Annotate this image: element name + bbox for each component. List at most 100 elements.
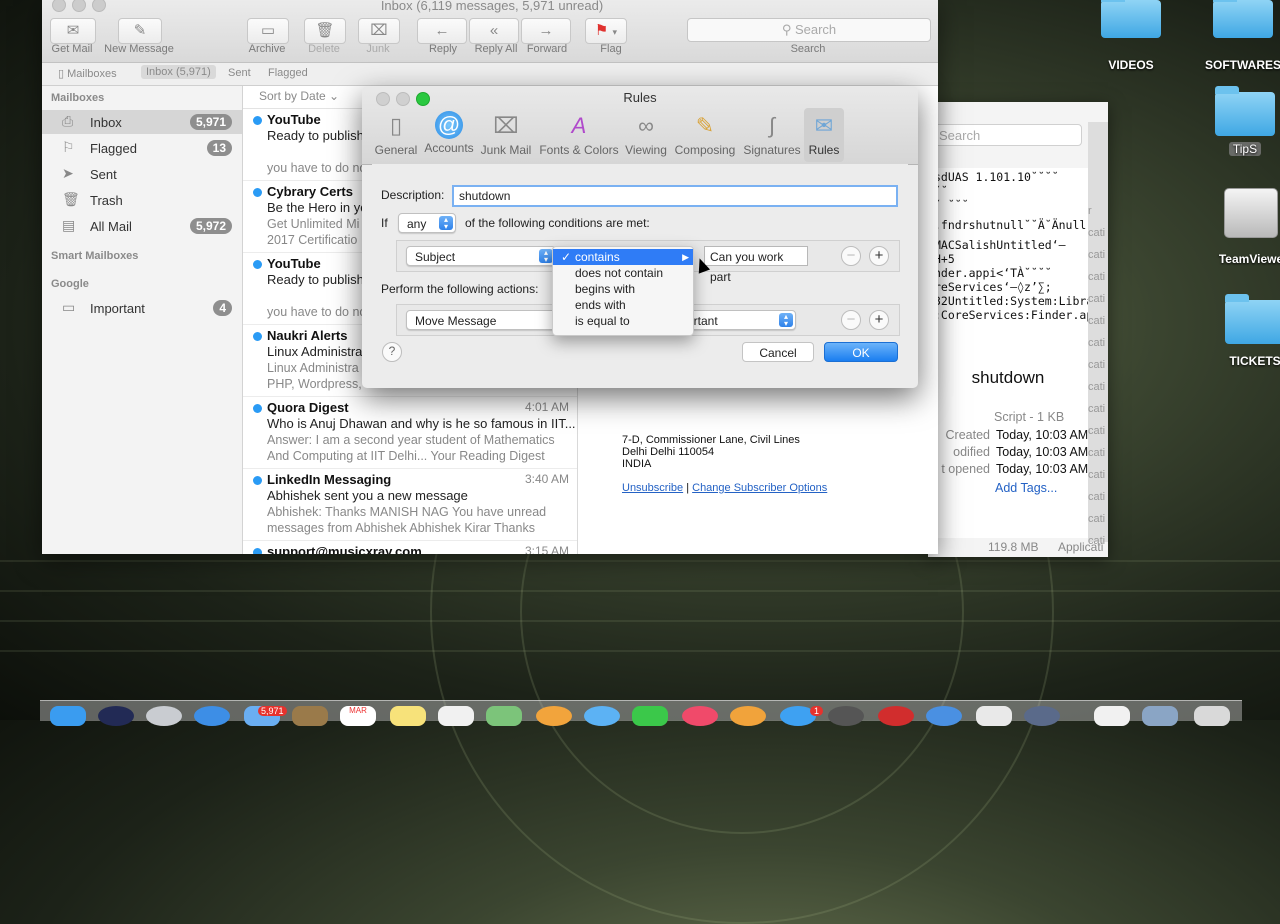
desktop-drive-teamviewer[interactable]: TeamViewe (1206, 188, 1280, 266)
google-header[interactable]: Google (51, 278, 89, 290)
action-select[interactable]: Move Message (406, 310, 556, 330)
sidebar-item-inbox[interactable]: ⎙ Inbox 5,971 (42, 110, 242, 134)
smart-mailboxes-header[interactable]: Smart Mailboxes (51, 250, 138, 262)
zoom-window-button[interactable] (92, 0, 106, 12)
system-preferences-dock-icon[interactable] (828, 706, 864, 726)
app-dock-icon[interactable] (976, 706, 1012, 726)
any-all-select[interactable]: any ▴ ▾ (398, 213, 456, 233)
messages-dock-icon[interactable] (584, 706, 620, 726)
desktop-folder-tickets[interactable]: TICKETS (1210, 294, 1280, 368)
facetime-dock-icon[interactable] (632, 706, 668, 726)
glasses-icon: ∞ (638, 113, 654, 138)
desktop-folder-videos[interactable]: VIDEOS (1086, 0, 1176, 72)
fonts-icon: A (571, 113, 587, 138)
mail-search-input[interactable]: ⚲ Search (687, 18, 931, 42)
junk-button[interactable]: ⌧ (358, 18, 400, 44)
delete-button[interactable]: 🗑 (304, 18, 346, 44)
flag-button[interactable]: ⚑ ▾ (585, 18, 627, 44)
change-subscriber-options-link[interactable]: Change Subscriber Options (692, 482, 827, 494)
desktop-item-label: VIDEOS (1108, 58, 1154, 72)
favorites-mailboxes[interactable]: ▯ Mailboxes (58, 67, 117, 80)
desktop-folder-tips[interactable]: TipS (1200, 86, 1280, 156)
reminders-dock-icon[interactable] (438, 706, 474, 726)
created-value: Today, 10:03 AM (996, 428, 1089, 442)
add-tags-link[interactable]: Add Tags... (995, 481, 1057, 495)
tab-junk-mail[interactable]: ⌧ Junk Mail (478, 108, 534, 162)
sidebar-toggle-icon: ▯ (58, 68, 65, 80)
created-label: Created (945, 428, 990, 442)
cancel-button[interactable]: Cancel (742, 342, 814, 362)
sidebar-item-sent[interactable]: ➤ Sent (42, 162, 242, 186)
favorites-flagged[interactable]: Flagged (268, 67, 308, 79)
sidebar-item-flagged[interactable]: ⚐ Flagged 13 (42, 136, 242, 160)
remove-condition-button[interactable]: − (841, 246, 861, 266)
wallpaper-stripe (0, 620, 1280, 622)
ok-button[interactable]: OK (824, 342, 898, 362)
folder-icon (1213, 0, 1273, 38)
condition-operator-menu: ✓ contains ▶ does not contain begins wit… (552, 246, 694, 336)
tab-rules[interactable]: ✉ Rules (804, 108, 844, 162)
notes-dock-icon[interactable] (390, 706, 426, 726)
menu-item-begins-with[interactable]: begins with (553, 281, 693, 297)
finder-search-input[interactable]: Search (928, 124, 1082, 146)
message-row[interactable]: LinkedIn Messaging 3:40 AM Abhishek sent… (243, 468, 577, 541)
safari-dock-icon[interactable] (194, 706, 230, 726)
reply-all-button[interactable]: « (469, 18, 519, 44)
favorites-bar: ▯ Mailboxes Inbox (5,971) Sent Flagged (42, 63, 938, 86)
sidebar-item-all-mail[interactable]: ▤ All Mail 5,972 (42, 214, 242, 238)
description-input[interactable]: shutdown (452, 185, 898, 207)
downloads-dock-icon[interactable] (1142, 706, 1178, 726)
junk-icon: ⌧ (370, 22, 388, 39)
tab-general[interactable]: ▯ General (372, 108, 420, 162)
help-button[interactable]: ? (382, 342, 402, 362)
sort-by-date-button[interactable]: Sort by Date ⌄ (259, 89, 339, 103)
message-row[interactable]: support@musicxray.com 3:15 AM (243, 540, 577, 554)
siri-dock-icon[interactable] (98, 706, 134, 726)
close-window-button[interactable] (52, 0, 66, 12)
app-dock-icon[interactable] (878, 706, 914, 726)
menu-item-does-not-contain[interactable]: does not contain (553, 265, 693, 281)
document-dock-icon[interactable] (1094, 706, 1130, 726)
mailbox-select[interactable]: ortant ▴ ▾ (678, 310, 796, 330)
unsubscribe-link[interactable]: Unsubscribe (622, 482, 683, 494)
add-condition-button[interactable]: + (869, 246, 889, 266)
trash-dock-icon[interactable] (1194, 706, 1230, 726)
condition-field-select[interactable]: Subject ▴ ▾ (406, 246, 556, 266)
menu-item-is-equal-to[interactable]: is equal to (553, 313, 693, 329)
tab-viewing[interactable]: ∞ Viewing (624, 108, 668, 162)
favorites-inbox[interactable]: Inbox (5,971) (141, 65, 216, 79)
calendar-dock-icon[interactable]: MAR (340, 706, 376, 726)
sidebar-item-trash[interactable]: 🗑 Trash (42, 188, 242, 212)
app-dock-icon[interactable] (926, 706, 962, 726)
search-placeholder: Search (794, 22, 837, 37)
message-row[interactable]: Quora Digest 4:01 AM Who is Anuj Dhawan … (243, 396, 577, 469)
photos-dock-icon[interactable] (536, 706, 572, 726)
tab-signatures[interactable]: ∫ Signatures (742, 108, 802, 162)
condition-value-input[interactable]: Can you work part (704, 246, 808, 284)
remove-action-button[interactable]: − (841, 310, 861, 330)
maps-dock-icon[interactable] (486, 706, 522, 726)
sidebar-item-important[interactable]: ▭ Important 4 (42, 296, 242, 320)
contacts-dock-icon[interactable] (292, 706, 328, 726)
get-mail-button[interactable]: ✉ (50, 18, 96, 44)
itunes-dock-icon[interactable] (682, 706, 718, 726)
launchpad-dock-icon[interactable] (146, 706, 182, 726)
tab-composing[interactable]: ✎ Composing (674, 108, 736, 162)
tab-fonts-colors[interactable]: A Fonts & Colors (538, 108, 620, 162)
app-dock-icon[interactable] (1024, 706, 1060, 726)
reply-icon: ← (434, 22, 450, 39)
favorites-sent[interactable]: Sent (228, 67, 251, 79)
new-message-button[interactable]: ✎ (118, 18, 162, 44)
forward-button[interactable]: → (521, 18, 571, 44)
junk-icon: ⌧ (493, 113, 519, 138)
add-action-button[interactable]: + (869, 310, 889, 330)
archive-button[interactable]: ▭ (247, 18, 289, 44)
reply-button[interactable]: ← (417, 18, 467, 44)
ibooks-dock-icon[interactable] (730, 706, 766, 726)
finder-dock-icon[interactable] (50, 706, 86, 726)
tab-accounts[interactable]: @ Accounts (422, 108, 476, 162)
desktop-folder-softwares[interactable]: SOFTWARES (1198, 0, 1280, 72)
menu-item-ends-with[interactable]: ends with (553, 297, 693, 313)
minimize-window-button[interactable] (72, 0, 86, 12)
menu-item-contains[interactable]: ✓ contains ▶ (553, 249, 693, 265)
